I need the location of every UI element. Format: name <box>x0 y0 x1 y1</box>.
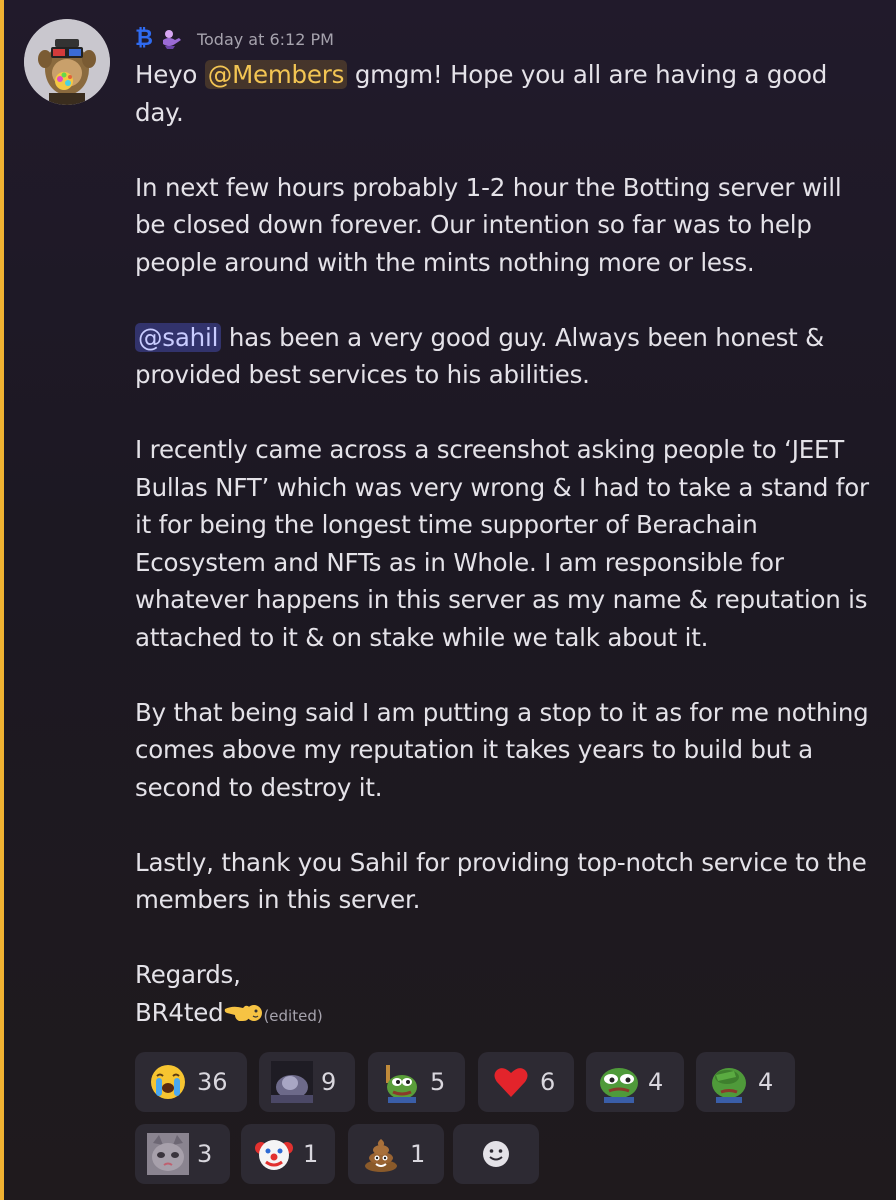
reaction-count: 4 <box>648 1068 664 1096</box>
message-header: ₿ Today at 6:12 PM <box>135 26 334 52</box>
reaction-red-heart[interactable]: 6 <box>478 1052 574 1112</box>
red-heart-icon <box>490 1061 532 1103</box>
reaction-pepe-cheers[interactable]: 5 <box>368 1052 465 1112</box>
reaction-crying-cat[interactable]: 3 <box>135 1124 230 1184</box>
message-paragraph: In next few hours probably 1-2 hour the … <box>135 172 842 277</box>
add-reaction-button[interactable] <box>453 1124 539 1184</box>
sahil-praise-text: has been a very good guy. Always been ho… <box>135 322 825 390</box>
message-timestamp[interactable]: Today at 6:12 PM <box>197 30 334 49</box>
avatar[interactable] <box>24 19 110 105</box>
bitcoin-badge-icon: ₿ <box>135 26 153 51</box>
message-content: Heyo @Members gmgm! Hope you all are hav… <box>135 56 875 1035</box>
reaction-count: 1 <box>410 1140 426 1168</box>
message: ₿ Today at 6:12 PM Heyo @Members gmgm! H… <box>0 0 896 1200</box>
greeting-text: Heyo <box>135 60 205 89</box>
custom-blurry-emoji-icon <box>271 1061 313 1103</box>
user-mention-sahil[interactable]: @sahil <box>135 322 222 352</box>
reaction-count: 3 <box>197 1140 213 1168</box>
add-reaction-icon <box>453 1133 539 1175</box>
signature-name: BR4ted <box>135 997 224 1027</box>
message-paragraph: @sahil has been a very good guy. Always … <box>135 319 875 394</box>
signature-line: BR4ted (edited) <box>135 994 875 1036</box>
reaction-count: 36 <box>197 1068 228 1096</box>
reaction-clown-face[interactable]: 1 <box>241 1124 335 1184</box>
crying-cat-emoji-icon <box>147 1133 189 1175</box>
pepe-sad-emoji-icon <box>598 1061 640 1103</box>
reaction-count: 1 <box>303 1140 319 1168</box>
ape-avatar-icon <box>24 19 110 105</box>
reaction-pepe-sad[interactable]: 4 <box>586 1052 684 1112</box>
message-paragraph: I recently came across a screenshot aski… <box>135 435 869 652</box>
pepe-facepalm-emoji-icon <box>708 1061 750 1103</box>
genie-lamp-badge-icon <box>162 30 181 49</box>
edited-label: (edited) <box>263 1006 323 1025</box>
pepe-cheers-emoji-icon <box>380 1061 422 1103</box>
role-mention-members[interactable]: @Members <box>204 60 348 89</box>
reaction-loudly-crying[interactable]: 36 <box>135 1052 247 1112</box>
reaction-custom-blurry[interactable]: 9 <box>259 1052 355 1112</box>
reaction-count: 4 <box>758 1068 774 1096</box>
reaction-pile-of-poo[interactable]: 1 <box>348 1124 444 1184</box>
loudly-crying-face-icon <box>147 1061 189 1103</box>
reaction-count: 9 <box>321 1068 337 1096</box>
message-paragraph: By that being said I am putting a stop t… <box>135 697 869 802</box>
pointing-emoji-icon <box>225 1004 263 1021</box>
reaction-pepe-facepalm[interactable]: 4 <box>696 1052 795 1112</box>
message-paragraph: Lastly, thank you Sahil for providing to… <box>135 847 867 915</box>
signature-regards: Regards, <box>135 960 241 989</box>
reaction-count: 5 <box>430 1068 446 1096</box>
message-paragraph: Heyo @Members gmgm! Hope you all are hav… <box>135 56 875 131</box>
reaction-count: 6 <box>540 1068 556 1096</box>
pile-of-poo-icon <box>360 1133 402 1175</box>
clown-face-icon <box>253 1133 295 1175</box>
